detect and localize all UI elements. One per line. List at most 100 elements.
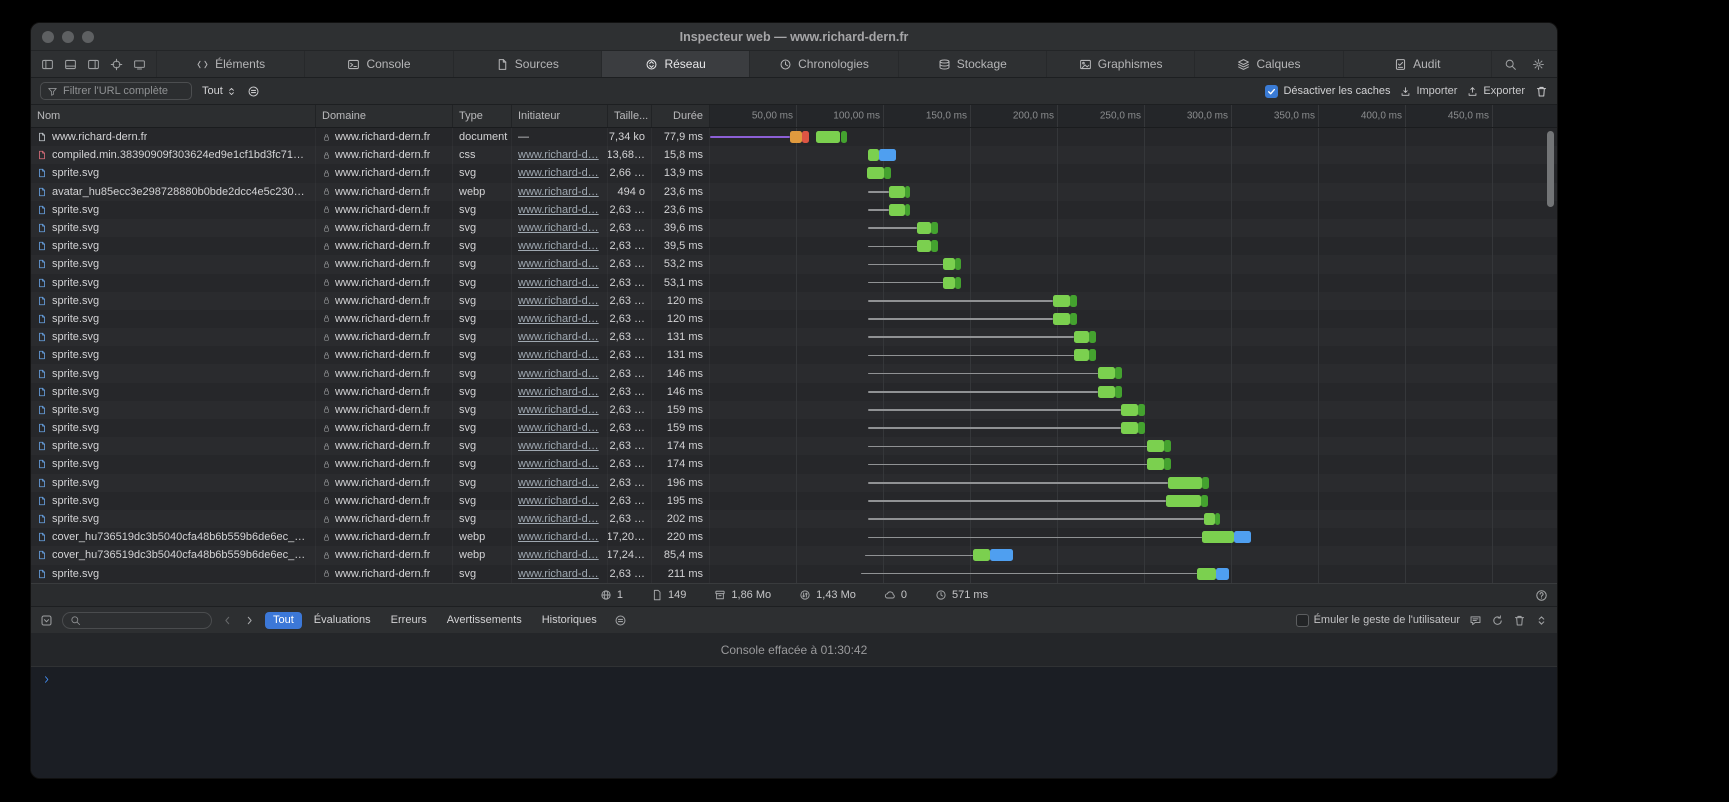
tab-graphics[interactable]: Graphismes	[1046, 51, 1194, 77]
search-icon[interactable]	[1504, 58, 1517, 71]
initiator-link[interactable]: www.richard-d…	[518, 368, 599, 380]
clear-console-trash-icon[interactable]	[1513, 614, 1526, 627]
network-request-row[interactable]: sprite.svgwww.richard-dern.frsvgwww.rich…	[31, 219, 1557, 237]
network-request-row[interactable]: sprite.svgwww.richard-dern.frsvgwww.rich…	[31, 474, 1557, 492]
column-header-size[interactable]: Taille...	[608, 105, 652, 127]
initiator-link[interactable]: www.richard-d…	[518, 549, 599, 561]
initiator-link[interactable]: www.richard-d…	[518, 295, 599, 307]
network-request-row[interactable]: sprite.svgwww.richard-dern.frsvgwww.rich…	[31, 274, 1557, 292]
resource-duration: 146 ms	[652, 383, 710, 401]
import-button[interactable]: Importer	[1400, 85, 1457, 97]
initiator-link[interactable]: www.richard-d…	[518, 458, 599, 470]
console-scope-icon[interactable]	[40, 614, 53, 627]
initiator-link[interactable]: www.richard-d…	[518, 513, 599, 525]
gear-icon[interactable]	[1532, 58, 1545, 71]
help-icon[interactable]	[1535, 589, 1548, 602]
column-header-domain[interactable]: Domaine	[316, 105, 453, 127]
network-request-row[interactable]: cover_hu736519dc3b5040cfa48b6b559b6de6ec…	[31, 546, 1557, 564]
network-request-row[interactable]: sprite.svgwww.richard-dern.frsvgwww.rich…	[31, 492, 1557, 510]
network-request-row[interactable]: www.richard-dern.frwww.richard-dern.frdo…	[31, 128, 1557, 146]
initiator-link[interactable]: www.richard-d…	[518, 222, 599, 234]
tab-storage[interactable]: Stockage	[898, 51, 1046, 77]
initiator-link[interactable]: www.richard-d…	[518, 167, 599, 179]
zoom-button[interactable]	[82, 31, 94, 43]
resource-type-select[interactable]: Tout	[202, 85, 237, 97]
console-prompt[interactable]	[31, 667, 1557, 778]
column-header-name[interactable]: Nom	[31, 105, 316, 127]
network-request-row[interactable]: sprite.svgwww.richard-dern.frsvgwww.rich…	[31, 346, 1557, 364]
close-button[interactable]	[42, 31, 54, 43]
disable-caches-checkbox[interactable]: Désactiver les caches	[1265, 85, 1390, 98]
initiator-link[interactable]: www.richard-d…	[518, 404, 599, 416]
initiator-link[interactable]: www.richard-d…	[518, 477, 599, 489]
initiator-link[interactable]: www.richard-d…	[518, 277, 599, 289]
tab-network[interactable]: Réseau	[601, 51, 749, 77]
network-request-row[interactable]: sprite.svgwww.richard-dern.frsvgwww.rich…	[31, 437, 1557, 455]
console-tab-erreurs[interactable]: Erreurs	[383, 612, 435, 629]
tab-layers[interactable]: Calques	[1194, 51, 1342, 77]
dock-left-icon[interactable]	[41, 58, 54, 71]
console-tab-historiques[interactable]: Historiques	[534, 612, 605, 629]
network-request-row[interactable]: sprite.svgwww.richard-dern.frsvgwww.rich…	[31, 419, 1557, 437]
initiator-link[interactable]: www.richard-d…	[518, 531, 599, 543]
network-request-row[interactable]: cover_hu736519dc3b5040cfa48b6b559b6de6ec…	[31, 528, 1557, 546]
initiator-link[interactable]: www.richard-d…	[518, 422, 599, 434]
console-options-icon[interactable]	[614, 614, 627, 627]
initiator-link[interactable]: www.richard-d…	[518, 313, 599, 325]
url-filter-input[interactable]: Filtrer l'URL complète	[40, 82, 192, 100]
clear-network-trash-icon[interactable]	[1535, 85, 1548, 98]
network-request-row[interactable]: sprite.svgwww.richard-dern.frsvgwww.rich…	[31, 565, 1557, 583]
initiator-link[interactable]: www.richard-d…	[518, 568, 599, 580]
network-request-row[interactable]: sprite.svgwww.richard-dern.frsvgwww.rich…	[31, 510, 1557, 528]
initiator-link[interactable]: www.richard-d…	[518, 186, 599, 198]
column-header-type[interactable]: Type	[453, 105, 512, 127]
console-back-icon[interactable]	[221, 614, 234, 627]
network-request-row[interactable]: avatar_hu85ecc3e298728880b0bde2dcc4e5c23…	[31, 183, 1557, 201]
network-request-row[interactable]: sprite.svgwww.richard-dern.frsvgwww.rich…	[31, 164, 1557, 182]
inspect-element-icon[interactable]	[110, 58, 123, 71]
console-forward-icon[interactable]	[243, 614, 256, 627]
tab-sources[interactable]: Sources	[453, 51, 601, 77]
console-tab-évaluations[interactable]: Évaluations	[306, 612, 379, 629]
dock-bottom-icon[interactable]	[64, 58, 77, 71]
network-request-row[interactable]: compiled.min.38390909f303624ed9e1cf1bd3f…	[31, 146, 1557, 164]
network-request-row[interactable]: sprite.svgwww.richard-dern.frsvgwww.rich…	[31, 310, 1557, 328]
network-request-row[interactable]: sprite.svgwww.richard-dern.frsvgwww.rich…	[31, 292, 1557, 310]
export-button[interactable]: Exporter	[1467, 85, 1525, 97]
filter-options-icon[interactable]	[247, 85, 260, 98]
network-request-row[interactable]: sprite.svgwww.richard-dern.frsvgwww.rich…	[31, 255, 1557, 273]
network-request-row[interactable]: sprite.svgwww.richard-dern.frsvgwww.rich…	[31, 383, 1557, 401]
column-header-duration[interactable]: Durée	[652, 105, 710, 127]
initiator-link[interactable]: www.richard-d…	[518, 204, 599, 216]
tab-audit[interactable]: Audit	[1343, 51, 1491, 77]
network-request-row[interactable]: sprite.svgwww.richard-dern.frsvgwww.rich…	[31, 328, 1557, 346]
console-resize-icon[interactable]	[1535, 614, 1548, 627]
network-request-row[interactable]: sprite.svgwww.richard-dern.frsvgwww.rich…	[31, 401, 1557, 419]
console-tab-tout[interactable]: Tout	[265, 612, 302, 629]
tab-timelines[interactable]: Chronologies	[749, 51, 897, 77]
scrollbar-thumb[interactable]	[1547, 131, 1554, 207]
initiator-link[interactable]: www.richard-d…	[518, 240, 599, 252]
minimize-button[interactable]	[62, 31, 74, 43]
initiator-link[interactable]: www.richard-d…	[518, 386, 599, 398]
initiator-link[interactable]: www.richard-d…	[518, 258, 599, 270]
initiator-link[interactable]: www.richard-d…	[518, 440, 599, 452]
network-request-row[interactable]: sprite.svgwww.richard-dern.frsvgwww.rich…	[31, 237, 1557, 255]
network-request-row[interactable]: sprite.svgwww.richard-dern.frsvgwww.rich…	[31, 201, 1557, 219]
tab-console[interactable]: Console	[304, 51, 452, 77]
console-search-input[interactable]	[62, 612, 212, 629]
device-icon[interactable]	[133, 58, 146, 71]
tab-elements[interactable]: Éléments	[156, 51, 304, 77]
initiator-link[interactable]: www.richard-d…	[518, 349, 599, 361]
initiator-link[interactable]: www.richard-d…	[518, 331, 599, 343]
console-tab-avertissements[interactable]: Avertissements	[439, 612, 530, 629]
dock-right-icon[interactable]	[87, 58, 100, 71]
console-reload-icon[interactable]	[1491, 614, 1504, 627]
emulate-gesture-checkbox[interactable]: Émuler le geste de l'utilisateur	[1296, 614, 1460, 627]
column-header-initiator[interactable]: Initiateur	[512, 105, 608, 127]
network-request-row[interactable]: sprite.svgwww.richard-dern.frsvgwww.rich…	[31, 364, 1557, 382]
initiator-link[interactable]: www.richard-d…	[518, 495, 599, 507]
initiator-link[interactable]: www.richard-d…	[518, 149, 599, 161]
network-request-row[interactable]: sprite.svgwww.richard-dern.frsvgwww.rich…	[31, 455, 1557, 473]
console-messages-icon[interactable]	[1469, 614, 1482, 627]
